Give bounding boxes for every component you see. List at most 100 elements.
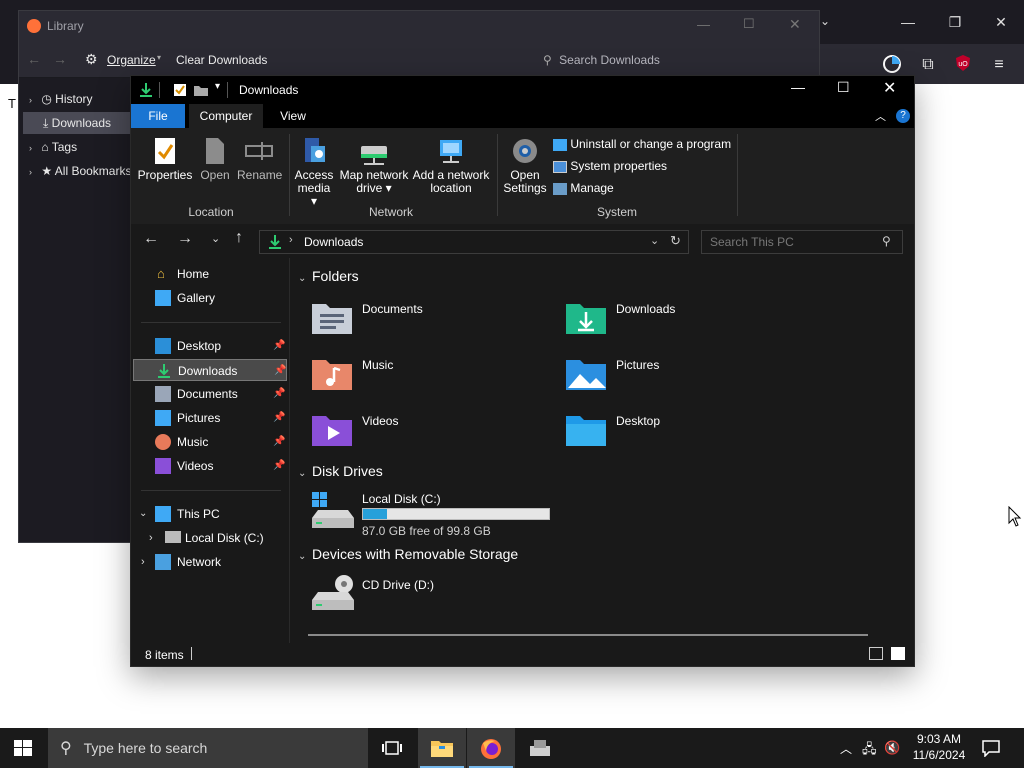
task-view-button[interactable]	[368, 728, 416, 768]
music-icon	[155, 434, 171, 450]
tab-file[interactable]: File	[131, 104, 185, 128]
taskbar-app-drive[interactable]	[516, 728, 564, 768]
expand-chevron-icon[interactable]: ›	[23, 167, 32, 177]
menu-icon[interactable]: ≡	[988, 54, 1010, 76]
large-icons-view-icon[interactable]	[891, 647, 905, 660]
pin-icon[interactable]: 📌	[273, 383, 285, 405]
pin-icon[interactable]: 📌	[273, 407, 285, 429]
drive-tile-local-disk[interactable]: Local Disk (C:) 87.0 GB free of 99.8 GB	[310, 490, 590, 538]
tab-computer[interactable]: Computer	[189, 104, 263, 128]
search-input[interactable]: Search This PC ⚲	[701, 230, 903, 254]
taskbar-firefox[interactable]	[467, 728, 515, 768]
network-status-icon[interactable]: 🖧	[862, 740, 877, 762]
tab-list-chevron-icon[interactable]: ⌄	[820, 14, 830, 28]
expand-chevron-icon[interactable]: ›	[23, 95, 32, 105]
pin-icon[interactable]: 📌	[274, 360, 286, 382]
refresh-icon[interactable]: ↻	[670, 233, 681, 249]
library-minimize-button[interactable]: —	[697, 17, 710, 32]
taskbar-clock[interactable]: 9:03 AM 11/6/2024	[908, 731, 970, 763]
nav-item-pictures[interactable]: Pictures 📌	[133, 407, 287, 429]
nav-item-music[interactable]: Music 📌	[133, 431, 287, 453]
pin-icon[interactable]: 📌	[273, 455, 285, 477]
clear-downloads-button[interactable]: Clear Downloads	[176, 53, 267, 67]
explorer-close-button[interactable]: ✕	[883, 78, 896, 98]
library-item-history[interactable]: › ◷ History	[23, 88, 131, 110]
taskbar-file-explorer[interactable]	[418, 728, 466, 768]
library-item-tags[interactable]: › ⌂ Tags	[23, 136, 131, 158]
address-bar[interactable]: › Downloads ⌄ ↻	[259, 230, 689, 254]
up-arrow-icon[interactable]: ↑	[235, 229, 243, 247]
nav-item-network[interactable]: › Network	[133, 551, 287, 573]
drive-usage-fill	[363, 509, 387, 519]
open-settings-button[interactable]: Open Settings	[501, 136, 549, 195]
map-network-drive-button[interactable]: Map network drive ▾	[337, 136, 411, 195]
collapse-chevron-icon[interactable]: ⌄	[139, 503, 147, 525]
pin-icon[interactable]: 📌	[273, 431, 285, 453]
access-media-button[interactable]: Access media ▾	[293, 136, 335, 208]
properties-check-icon[interactable]	[173, 83, 187, 97]
nav-item-home[interactable]: ⌂ Home	[133, 263, 287, 285]
collapse-ribbon-chevron-icon[interactable]: ︿	[875, 108, 886, 124]
explorer-minimize-button[interactable]: —	[791, 79, 805, 95]
address-path: Downloads	[304, 235, 364, 249]
back-arrow-icon[interactable]: ←	[143, 230, 159, 248]
horizontal-scrollbar[interactable]	[308, 634, 868, 636]
system-properties-button[interactable]: System properties	[553, 159, 667, 173]
expand-chevron-icon[interactable]: ›	[23, 143, 32, 153]
rename-button[interactable]: Rename	[237, 136, 282, 182]
account-icon[interactable]	[881, 54, 903, 76]
open-button[interactable]: Open	[195, 136, 235, 182]
windows-start-button[interactable]	[14, 740, 32, 759]
library-search-input[interactable]: ⚲ Search Downloads	[537, 49, 807, 71]
notifications-button[interactable]	[982, 739, 1000, 760]
new-folder-icon[interactable]	[193, 83, 209, 97]
group-header-folders[interactable]: ⌄ Folders	[298, 268, 359, 284]
firefox-minimize-button[interactable]: —	[890, 8, 926, 36]
group-header-disk-drives[interactable]: ⌄ Disk Drives	[298, 463, 383, 479]
properties-button[interactable]: Properties	[137, 136, 193, 182]
library-close-button[interactable]: ✕	[789, 16, 801, 33]
address-dropdown-icon[interactable]: ⌄	[650, 234, 659, 247]
show-hidden-icons-chevron-icon[interactable]: ︿	[840, 740, 852, 757]
forward-arrow-icon[interactable]: →	[177, 230, 193, 248]
folder-tile-videos[interactable]: Videos	[310, 412, 540, 456]
folder-tile-music[interactable]: Music	[310, 356, 540, 400]
nav-item-downloads[interactable]: Downloads 📌	[133, 359, 287, 381]
help-icon[interactable]: ?	[896, 109, 910, 123]
folder-tile-pictures[interactable]: Pictures	[564, 356, 794, 400]
back-arrow-icon[interactable]: ←	[27, 51, 41, 67]
pin-icon[interactable]: 📌	[273, 335, 285, 357]
taskbar-search-box[interactable]: ⚲ Type here to search	[48, 728, 368, 768]
library-item-all-bookmarks[interactable]: › ★ All Bookmarks	[23, 160, 131, 182]
nav-item-gallery[interactable]: Gallery	[133, 287, 287, 309]
forward-arrow-icon[interactable]: →	[53, 51, 67, 67]
organize-button[interactable]: Organize	[107, 53, 156, 67]
folder-tile-desktop[interactable]: Desktop	[564, 412, 794, 456]
group-header-removable[interactable]: ⌄ Devices with Removable Storage	[298, 546, 518, 562]
library-item-downloads[interactable]: ⤓ Downloads	[23, 112, 131, 134]
nav-item-desktop[interactable]: Desktop 📌	[133, 335, 287, 357]
manage-button[interactable]: Manage	[553, 181, 614, 195]
nav-item-this-pc[interactable]: ⌄ This PC	[133, 503, 287, 525]
folder-tile-downloads[interactable]: Downloads	[564, 300, 794, 344]
nav-item-documents[interactable]: Documents 📌	[133, 383, 287, 405]
explorer-maximize-button[interactable]: ☐	[837, 79, 850, 96]
folder-tile-documents[interactable]: Documents	[310, 300, 540, 344]
recent-locations-chevron-icon[interactable]: ⌄	[211, 232, 220, 245]
tab-view[interactable]: View	[269, 104, 317, 128]
uninstall-program-button[interactable]: Uninstall or change a program	[553, 137, 731, 151]
quick-access-dropdown-icon[interactable]: ▾	[215, 81, 220, 92]
drive-tile-cd[interactable]: CD Drive (D:)	[310, 574, 550, 614]
nav-item-local-disk[interactable]: › Local Disk (C:)	[133, 527, 287, 549]
expand-chevron-icon[interactable]: ›	[149, 527, 153, 549]
add-network-location-button[interactable]: Add a network location	[411, 136, 491, 195]
extensions-icon[interactable]: ⧉	[917, 54, 939, 76]
expand-chevron-icon[interactable]: ›	[141, 551, 145, 573]
nav-item-videos[interactable]: Videos 📌	[133, 455, 287, 477]
ublock-icon[interactable]: uO	[952, 54, 974, 76]
firefox-restore-button[interactable]: ❐	[937, 8, 973, 36]
library-maximize-button[interactable]: ☐	[743, 16, 755, 32]
firefox-close-button[interactable]: ✕	[983, 8, 1019, 36]
volume-muted-icon[interactable]: 🔇	[884, 740, 900, 756]
details-view-icon[interactable]	[869, 647, 883, 660]
